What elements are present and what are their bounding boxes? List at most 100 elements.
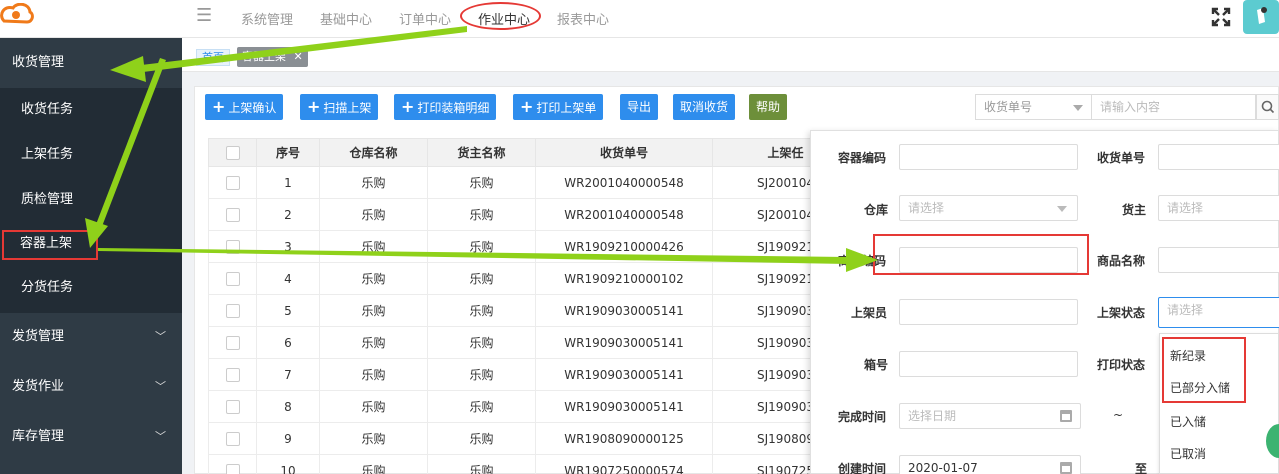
chevron-down-icon: ﹀ [155,430,166,443]
row-checkbox[interactable] [208,166,257,199]
cell-no: 10 [256,454,320,474]
row-checkbox[interactable] [208,230,257,263]
topnav-report[interactable]: 报表中心 [557,9,609,28]
status-option[interactable]: 已入储 [1170,413,1206,430]
sidebar-group-label: 库存管理 [12,429,65,444]
label-owner: 货主 [1122,203,1147,217]
cell-receipt: WR1909030005141 [535,390,713,423]
row-checkbox[interactable] [208,326,257,359]
fullscreen-icon[interactable] [1211,7,1231,27]
cell-task: SJ190903 [712,358,818,391]
cell-warehouse: 乐购 [319,294,428,327]
label-to: 至 [1135,462,1148,474]
label-warehouse: 仓库 [864,203,889,217]
row-checkbox[interactable] [208,198,257,231]
confirm-putaway-button[interactable]: + 上架确认 [205,94,284,120]
cell-task: SJ190809 [712,422,818,455]
sidebar-group-receiving[interactable]: 收货管理 ︿ [0,38,182,88]
box-no-input[interactable] [899,351,1078,377]
caret-down-icon [1057,206,1067,212]
label-putaway-status: 上架状态 [1097,306,1146,320]
status-option[interactable]: 已取消 [1170,445,1206,462]
row-checkbox[interactable] [208,454,257,474]
scan-putaway-button[interactable]: + 扫描上架 [300,94,379,120]
sku-name-input[interactable] [1158,247,1279,273]
chevron-up-icon: ︿ [155,56,166,69]
close-icon[interactable]: ✕ [294,50,303,63]
row-checkbox[interactable] [208,390,257,423]
cell-receipt: WR2001040000548 [535,166,713,199]
row-checkbox[interactable] [208,294,257,327]
row-checkbox[interactable] [208,422,257,455]
chevron-down-icon: ﹀ [155,380,166,393]
cell-owner: 乐购 [427,262,536,295]
cell-no: 7 [256,358,320,391]
cell-task: SJ190903 [712,326,818,359]
table-row[interactable]: 1 乐购 乐购 WR2001040000548 SJ200104 [208,166,818,199]
label-sku-name: 商品名称 [1097,254,1146,268]
sidebar-group-shipping[interactable]: 发货管理 ﹀ [0,312,182,362]
plus-icon: + [520,97,534,116]
cell-no: 3 [256,230,320,263]
cell-no: 6 [256,326,320,359]
label-container-code: 容器编码 [838,151,887,165]
print-putaway-sheet-button[interactable]: + 打印上架单 [513,94,604,120]
topnav-order[interactable]: 订单中心 [399,9,451,28]
print-packing-detail-button[interactable]: + 打印装箱明细 [394,94,497,120]
warehouse-select[interactable]: 请选择 [899,195,1078,221]
date-placeholder: 选择日期 [908,409,957,423]
cell-task: SJ190725 [712,454,818,474]
table-row[interactable]: 10 乐购 乐购 WR1907250000574 SJ190725 [208,454,818,474]
sidebar-group-shipping-ops[interactable]: 发货作业 ﹀ [0,362,182,412]
sidebar-item-putaway-task[interactable]: 上架任务 [0,133,182,177]
search-field-select[interactable]: 收货单号 [975,94,1092,120]
menu-toggle-icon[interactable]: ☰ [196,7,212,25]
plus-icon: + [212,97,226,116]
create-time-start-picker[interactable]: 2020-01-07 [899,455,1081,474]
button-label: 打印上架单 [536,101,597,115]
finish-time-start-picker[interactable]: 选择日期 [899,403,1081,429]
user-avatar[interactable] [1243,0,1279,34]
topnav-basic[interactable]: 基础中心 [320,9,372,28]
table-row[interactable]: 4 乐购 乐购 WR1909210000102 SJ190921 [208,262,818,295]
search-input[interactable]: 请输入内容 [1092,94,1256,120]
tab-container-putaway[interactable]: 容器上架 ✕ [237,47,308,67]
table-row[interactable]: 6 乐购 乐购 WR1909030005141 SJ190903 [208,326,818,359]
owner-select[interactable]: 请选择 [1158,195,1279,221]
cancel-receiving-button[interactable]: 取消收货 [673,94,736,120]
sidebar-group-label: 收货管理 [12,55,65,70]
table-row[interactable]: 2 乐购 乐购 WR2001040000548 SJ200104 [208,198,818,231]
container-code-input[interactable] [899,144,1078,170]
sidebar-group-inventory[interactable]: 库存管理 ﹀ [0,412,182,462]
select-all-checkbox[interactable] [208,138,257,167]
top-bar: ☰ 系统管理 基础中心 订单中心 作业中心 报表中心 [0,0,1279,38]
table-row[interactable]: 9 乐购 乐购 WR1908090000125 SJ190809 [208,422,818,455]
caret-down-icon [1073,105,1083,111]
sidebar-group-label: 发货管理 [12,329,65,344]
calendar-icon [1060,462,1072,474]
help-button[interactable]: 帮助 [749,94,788,120]
cell-receipt: WR1909210000102 [535,262,713,295]
column-header: 序号 [256,138,320,167]
putaway-user-input[interactable] [899,299,1078,325]
table-row[interactable]: 8 乐购 乐购 WR1909030005141 SJ190903 [208,390,818,423]
table-row[interactable]: 7 乐购 乐购 WR1909030005141 SJ190903 [208,358,818,391]
cell-receipt: WR1907250000574 [535,454,713,474]
row-checkbox[interactable] [208,358,257,391]
tab-home[interactable]: 首页 [196,49,230,66]
search-button[interactable] [1256,94,1279,120]
table-row[interactable]: 3 乐购 乐购 WR1909210000426 SJ190921 [208,230,818,263]
cell-receipt: WR1908090000125 [535,422,713,455]
sidebar-item-quality-check[interactable]: 质检管理 [0,178,182,222]
topnav-system[interactable]: 系统管理 [241,9,293,28]
table-header: 序号 仓库名称 货主名称 收货单号 上架任 [208,138,818,167]
cell-task: SJ190921 [712,262,818,295]
export-button[interactable]: 导出 [620,94,659,120]
sidebar-item-sorting-task[interactable]: 分货任务 [0,266,182,310]
putaway-status-select[interactable]: 请选择 [1158,297,1279,328]
table-row[interactable]: 5 乐购 乐购 WR1909030005141 SJ190903 [208,294,818,327]
cell-warehouse: 乐购 [319,390,428,423]
row-checkbox[interactable] [208,262,257,295]
receipt-no-input[interactable] [1158,144,1279,170]
sidebar-item-receiving-task[interactable]: 收货任务 [0,88,182,132]
